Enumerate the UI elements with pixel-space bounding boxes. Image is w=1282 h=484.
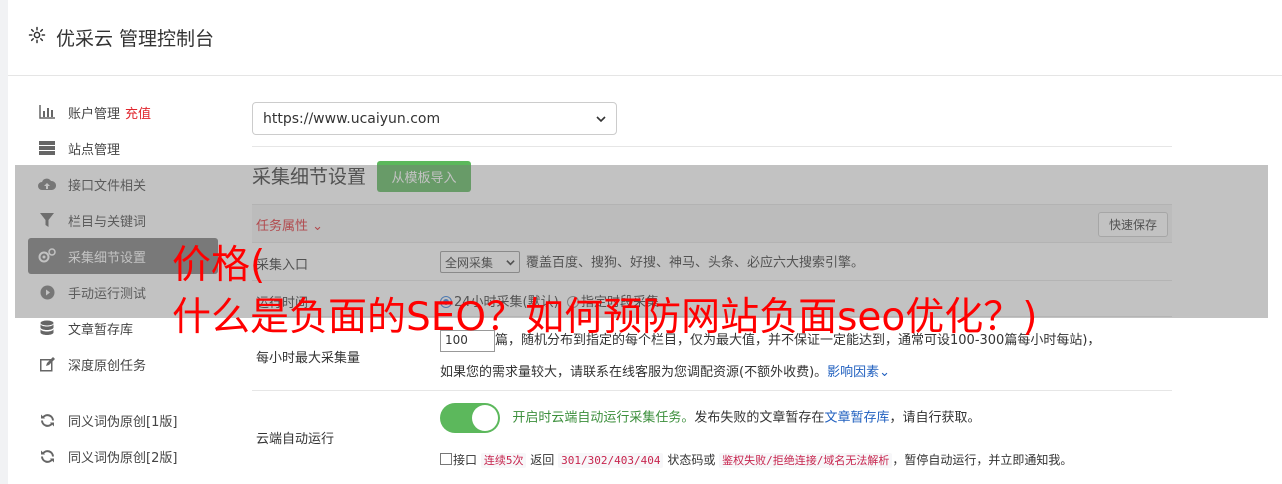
sidebar-item-label: 同义词伪原创[2版] — [68, 450, 178, 466]
sidebar-item-synonym-v2[interactable]: 同义词伪原创[2版] — [28, 438, 218, 474]
bar-chart-icon — [38, 103, 56, 121]
cloud-run-row: 云端自动运行 开启时云端自动运行采集任务。发布失败的文章暂存在文章暂存库，请自行… — [252, 391, 1172, 484]
sidebar-item-label: 站点管理 — [68, 142, 121, 158]
site-select-value: https://www.ucaiyun.com — [263, 110, 441, 127]
overlay-title: 价格( 什么是负面的SEO？如何预防网站负面seo优化？) — [172, 243, 1038, 340]
database-icon — [38, 319, 56, 337]
sidebar-item-synonym-v1[interactable]: 同义词伪原创[1版] — [28, 402, 218, 438]
sidebar-item-label: 深度原创任务 — [68, 358, 147, 374]
gear-icon — [28, 26, 46, 44]
server-icon — [38, 139, 56, 157]
refresh-icon — [38, 411, 56, 429]
sidebar-item-account[interactable]: 账户管理 充值 — [28, 94, 218, 130]
sidebar-item-sites[interactable]: 站点管理 — [28, 130, 218, 166]
sidebar-item-label: 同义词伪原创[1版] — [68, 414, 178, 430]
sidebar-item-label: 账户管理 — [68, 106, 121, 122]
chevron-down-icon — [596, 115, 606, 122]
impact-factors-link[interactable]: 影响因素⌄ — [827, 365, 890, 380]
sidebar-item-label: 文章暂存库 — [68, 322, 134, 338]
edit-icon — [38, 355, 56, 373]
page-title: 优采云 管理控制台 — [56, 28, 215, 50]
recharge-link[interactable]: 充值 — [125, 103, 151, 122]
header: 优采云 管理控制台 — [8, 0, 1282, 76]
max-per-hour-label: 每小时最大采集量 — [256, 351, 361, 366]
refresh-icon — [38, 447, 56, 465]
cloud-run-toggle[interactable] — [440, 403, 500, 433]
article-store-link[interactable]: 文章暂存库 — [824, 411, 889, 426]
cloud-run-label: 云端自动运行 — [256, 432, 335, 447]
pause-notify-checkbox[interactable] — [440, 453, 452, 465]
site-select[interactable]: https://www.ucaiyun.com — [252, 102, 617, 135]
sidebar-item-deep-original[interactable]: 深度原创任务 — [28, 346, 218, 382]
